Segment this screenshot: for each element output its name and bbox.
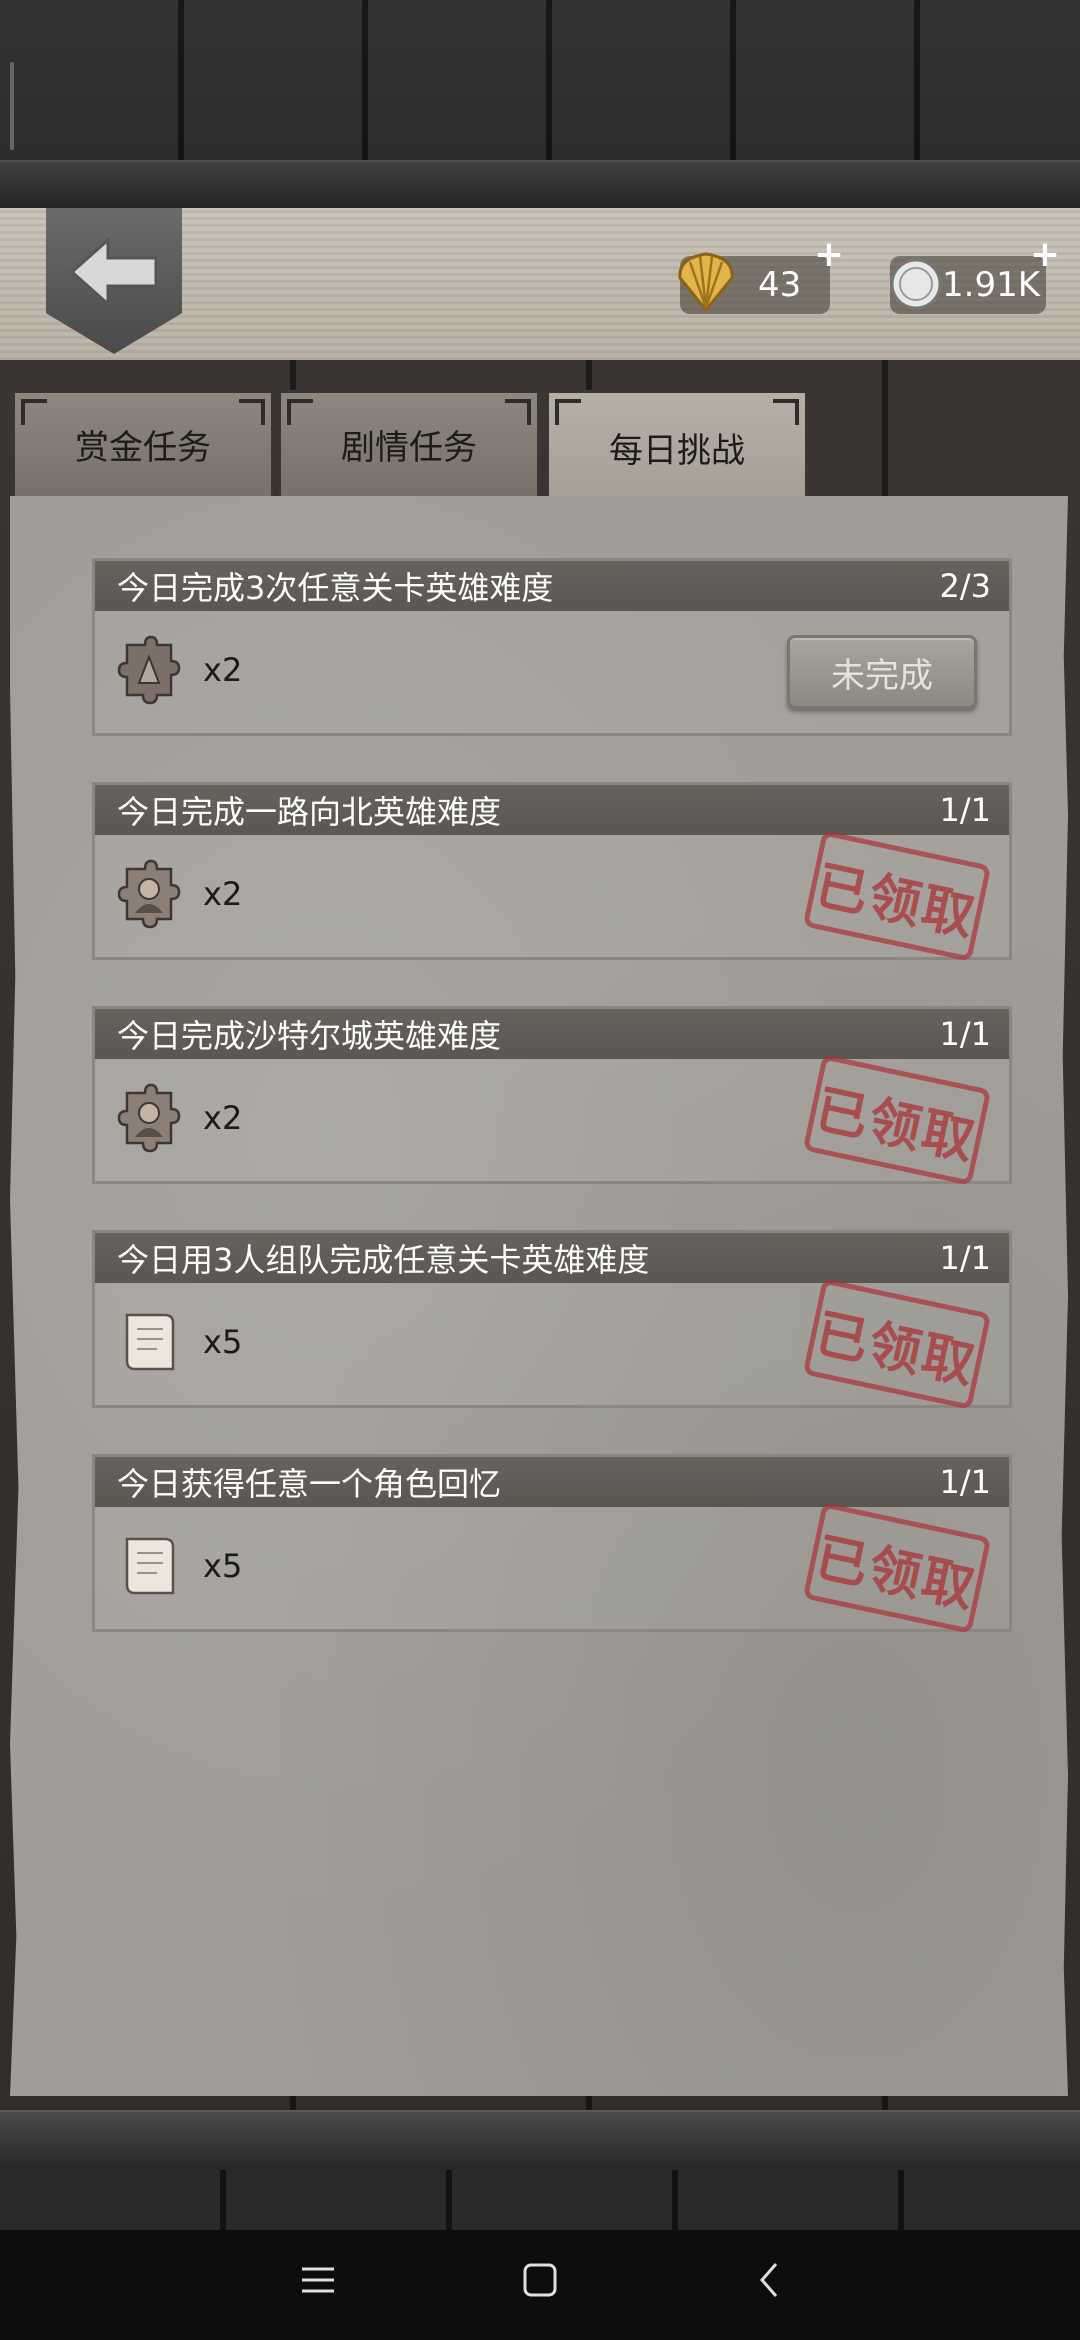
- status-label: 已领取: [810, 854, 982, 948]
- tab-bounty-tasks[interactable]: 赏金任务: [12, 390, 274, 496]
- claimed-stamp: 已领取: [802, 1502, 992, 1634]
- incomplete-button[interactable]: 未完成: [787, 635, 977, 709]
- task-item: 今日获得任意一个角色回忆 1/1 x5 已领取: [92, 1454, 1012, 1634]
- status-label: 已领取: [810, 1078, 982, 1172]
- tab-label: 赏金任务: [75, 428, 211, 468]
- system-navigation-bar: [0, 2230, 1080, 2340]
- claimed-stamp: 已领取: [802, 1278, 992, 1410]
- shell-amount: 43: [758, 265, 802, 305]
- bottom-wood-background: [0, 2170, 1080, 2230]
- reward-quantity: x2: [203, 875, 243, 913]
- home-icon[interactable]: [520, 2260, 560, 2300]
- task-header: 今日完成沙特尔城英雄难度 1/1: [95, 1009, 1009, 1059]
- scroll-paper-icon: [125, 1537, 175, 1595]
- task-name: 今日完成3次任意关卡英雄难度: [117, 569, 554, 607]
- status-label: 已领取: [810, 1302, 982, 1396]
- claimed-stamp: 已领取: [802, 1054, 992, 1186]
- tab-story-tasks[interactable]: 剧情任务: [278, 390, 540, 496]
- task-item: 今日完成一路向北英雄难度 1/1 x2 已领取: [92, 782, 1012, 962]
- coin-amount: 1.91K: [942, 265, 1040, 305]
- status-label: 未完成: [831, 655, 933, 696]
- status-indicator: [10, 62, 14, 150]
- task-item: 今日完成沙特尔城英雄难度 1/1 x2 已领取: [92, 1006, 1012, 1186]
- task-progress: 1/1: [939, 1015, 992, 1053]
- bottom-rail: [0, 2110, 1080, 2172]
- add-shell-icon[interactable]: +: [814, 234, 844, 275]
- task-progress: 1/1: [939, 1463, 992, 1501]
- task-name: 今日用3人组队完成任意关卡英雄难度: [117, 1241, 650, 1279]
- task-item: 今日完成3次任意关卡英雄难度 2/3 x2 未完成: [92, 558, 1012, 736]
- top-rail: [0, 160, 1080, 210]
- task-header: 今日获得任意一个角色回忆 1/1: [95, 1457, 1009, 1507]
- task-name: 今日获得任意一个角色回忆: [117, 1465, 502, 1503]
- task-item: 今日用3人组队完成任意关卡英雄难度 1/1 x5 已领取: [92, 1230, 1012, 1410]
- puzzle-portrait-icon: [117, 1083, 181, 1153]
- reward-quantity: x5: [203, 1547, 243, 1585]
- back-nav-icon[interactable]: [750, 2260, 790, 2300]
- add-coin-icon[interactable]: +: [1030, 234, 1060, 275]
- claimed-stamp: 已领取: [802, 830, 992, 962]
- shell-currency[interactable]: 43 +: [678, 234, 844, 314]
- tab-daily-challenge[interactable]: 每日挑战: [546, 390, 808, 502]
- coin-icon: [890, 258, 942, 310]
- reward-quantity: x2: [203, 651, 243, 689]
- menu-icon[interactable]: [298, 2260, 338, 2300]
- scroll-paper-icon: [125, 1313, 175, 1371]
- tab-label: 剧情任务: [341, 428, 477, 468]
- tab-label: 每日挑战: [609, 431, 745, 471]
- status-label: 已领取: [810, 1526, 982, 1620]
- shell-icon: [678, 252, 734, 313]
- back-arrow-icon: [69, 236, 158, 308]
- task-header: 今日完成一路向北英雄难度 1/1: [95, 785, 1009, 835]
- task-progress: 2/3: [939, 567, 992, 605]
- task-name: 今日完成一路向北英雄难度: [117, 793, 502, 831]
- puzzle-emblem-icon: [117, 635, 181, 705]
- task-list-panel: 今日完成3次任意关卡英雄难度 2/3 x2 未完成 今日完成一路向北英雄难度 1…: [10, 496, 1068, 2096]
- coin-currency[interactable]: 1.91K +: [890, 234, 1060, 314]
- reward-quantity: x5: [203, 1323, 243, 1361]
- task-progress: 1/1: [939, 1239, 992, 1277]
- reward-quantity: x2: [203, 1099, 243, 1137]
- task-header: 今日完成3次任意关卡英雄难度 2/3: [95, 561, 1009, 611]
- task-header: 今日用3人组队完成任意关卡英雄难度 1/1: [95, 1233, 1009, 1283]
- task-name: 今日完成沙特尔城英雄难度: [117, 1017, 502, 1055]
- task-progress: 1/1: [939, 791, 992, 829]
- puzzle-portrait-icon: [117, 859, 181, 929]
